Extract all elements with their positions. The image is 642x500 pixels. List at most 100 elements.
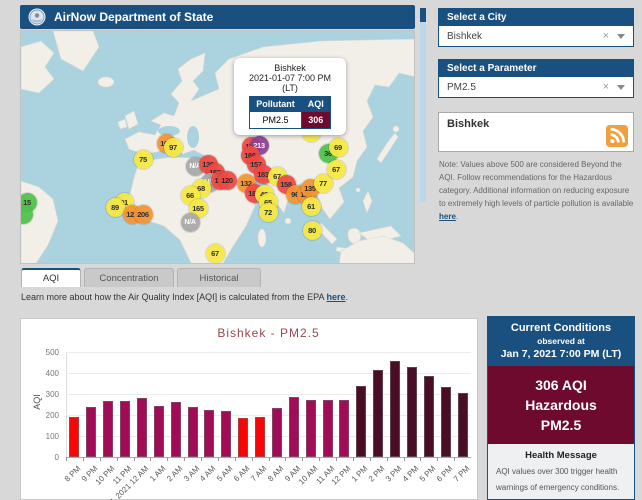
aqi-map-marker[interactable]: N/A: [181, 213, 200, 232]
chart-x-tick-mark: [100, 457, 101, 461]
chart-bar[interactable]: [390, 361, 400, 457]
chart-x-tick-mark: [285, 457, 286, 461]
aqi-map-marker[interactable]: 97: [164, 138, 183, 157]
chart-bar[interactable]: [323, 400, 333, 457]
aqi-bar-chart: Bishkek - PM2.5 AQI 01002003004005008 PM…: [20, 318, 478, 500]
parameter-select-widget: Select a Parameter PM2.5 ×: [438, 59, 634, 98]
note-suffix: .: [456, 212, 458, 221]
city-select[interactable]: Bishkek ×: [439, 26, 633, 46]
observed-datetime: Jan 7, 2021 7:00 PM (LT): [492, 348, 630, 360]
aqi-map-marker[interactable]: 69: [329, 138, 348, 157]
chart-x-tick-mark: [302, 457, 303, 461]
aqi-map-marker[interactable]: 206: [134, 205, 153, 224]
chart-bar[interactable]: [69, 417, 79, 457]
learn-more-suffix: .: [346, 292, 349, 302]
chart-bar[interactable]: [441, 387, 451, 457]
note-here-link[interactable]: here: [439, 212, 456, 221]
chart-x-tick-mark: [134, 457, 135, 461]
rss-icon[interactable]: [606, 125, 628, 147]
chart-gridline: [66, 352, 471, 353]
chart-bar[interactable]: [407, 367, 417, 457]
chart-bar[interactable]: [204, 410, 214, 457]
chart-bar[interactable]: [289, 397, 299, 457]
aqi-map-marker[interactable]: 80: [303, 221, 322, 240]
aqi-map-marker[interactable]: 120: [218, 171, 237, 190]
current-aqi-parameter: PM2.5: [492, 415, 630, 435]
popup-aqi-header: AQI: [301, 97, 330, 112]
chart-x-tick-mark: [252, 457, 253, 461]
chart-bar[interactable]: [424, 376, 434, 457]
popup-city: Bishkek: [238, 63, 342, 73]
chart-title: Bishkek - PM2.5: [66, 326, 471, 340]
chart-bar[interactable]: [306, 400, 316, 457]
learn-more-prefix: Learn more about how the Air Quality Ind…: [21, 292, 327, 302]
chart-bar[interactable]: [86, 407, 96, 457]
world-aqi-map[interactable]: 7510697N/A139153N/A1121206866165N/A91891…: [20, 30, 415, 264]
chart-bar[interactable]: [154, 406, 164, 457]
city-select-value: Bishkek: [447, 31, 603, 42]
feed-city-label: Bishkek: [439, 113, 633, 130]
learn-more-here-link[interactable]: here: [327, 292, 346, 302]
chart-x-tick-mark: [184, 457, 185, 461]
beyond-aqi-note: Note: Values above 500 are considered Be…: [439, 158, 636, 223]
tab-aqi[interactable]: AQI: [21, 268, 81, 287]
popup-timezone: (LT): [238, 83, 342, 93]
chart-bar[interactable]: [171, 402, 181, 457]
chart-bar[interactable]: [458, 393, 468, 457]
aqi-map-marker[interactable]: 72: [259, 203, 278, 222]
popup-aqi-value: 306: [301, 112, 330, 129]
chart-y-tick-label: 400: [21, 369, 59, 378]
note-text: Note: Values above 500 are considered Be…: [439, 160, 633, 208]
aqi-map-marker[interactable]: 89: [106, 198, 125, 217]
chart-bar[interactable]: [255, 417, 265, 457]
chart-y-tick-label: 0: [21, 453, 59, 462]
aqi-map-marker[interactable]: [20, 205, 33, 224]
chart-bar[interactable]: [103, 401, 113, 457]
current-aqi-value: 306 AQI: [492, 375, 630, 395]
health-message-block: Health Message AQI values over 300 trigg…: [488, 444, 634, 500]
dos-seal-icon: [28, 8, 46, 26]
tab-concentration[interactable]: Concentration: [84, 268, 174, 287]
chart-bar[interactable]: [373, 370, 383, 457]
chart-bar[interactable]: [188, 407, 198, 457]
aqi-map-marker[interactable]: 75: [134, 150, 153, 169]
chart-x-tick-mark: [150, 457, 151, 461]
world-map-basemap: [21, 31, 415, 264]
chevron-down-icon[interactable]: [617, 85, 625, 90]
chart-x-tick-mark: [83, 457, 84, 461]
chart-bar[interactable]: [339, 400, 349, 457]
aqi-map-marker[interactable]: 61: [302, 197, 321, 216]
popup-pollutant-value: PM2.5: [250, 112, 302, 129]
current-conditions-header: Current Conditions observed at Jan 7, 20…: [488, 317, 634, 366]
chart-y-tick-label: 100: [21, 432, 59, 441]
chart-bar[interactable]: [356, 386, 366, 457]
parameter-select-value: PM2.5: [447, 82, 603, 93]
decorative-strip: [420, 22, 426, 202]
chart-bar[interactable]: [221, 411, 231, 457]
chart-y-tick-label: 300: [21, 390, 59, 399]
chart-x-tick-mark: [235, 457, 236, 461]
chart-x-tick-mark: [404, 457, 405, 461]
chart-x-tick-mark: [353, 457, 354, 461]
chart-bar[interactable]: [120, 401, 130, 457]
chart-x-tick-mark: [387, 457, 388, 461]
parameter-select-label: Select a Parameter: [439, 60, 633, 77]
airnow-dos-page: AirNow Department of State: [0, 0, 642, 500]
clear-icon[interactable]: ×: [603, 30, 609, 42]
chart-bar[interactable]: [272, 408, 282, 457]
aqi-map-marker[interactable]: 67: [206, 244, 225, 263]
popup-datetime: 2021-01-07 7:00 PM: [238, 73, 342, 83]
chart-bar[interactable]: [238, 418, 248, 457]
parameter-select[interactable]: PM2.5 ×: [439, 77, 633, 97]
tab-historical[interactable]: Historical: [177, 268, 261, 287]
chart-bar[interactable]: [137, 398, 147, 457]
clear-icon[interactable]: ×: [603, 81, 609, 93]
decorative-strip-chip: [420, 8, 426, 22]
chevron-down-icon[interactable]: [617, 34, 625, 39]
chart-y-tick-label: 200: [21, 411, 59, 420]
chart-x-tick-mark: [218, 457, 219, 461]
chart-x-tick-mark: [370, 457, 371, 461]
aqi-map-marker[interactable]: 67: [327, 160, 346, 179]
current-aqi-block: 306 AQI Hazardous PM2.5: [488, 366, 634, 444]
chart-y-axis-line: [66, 352, 67, 457]
